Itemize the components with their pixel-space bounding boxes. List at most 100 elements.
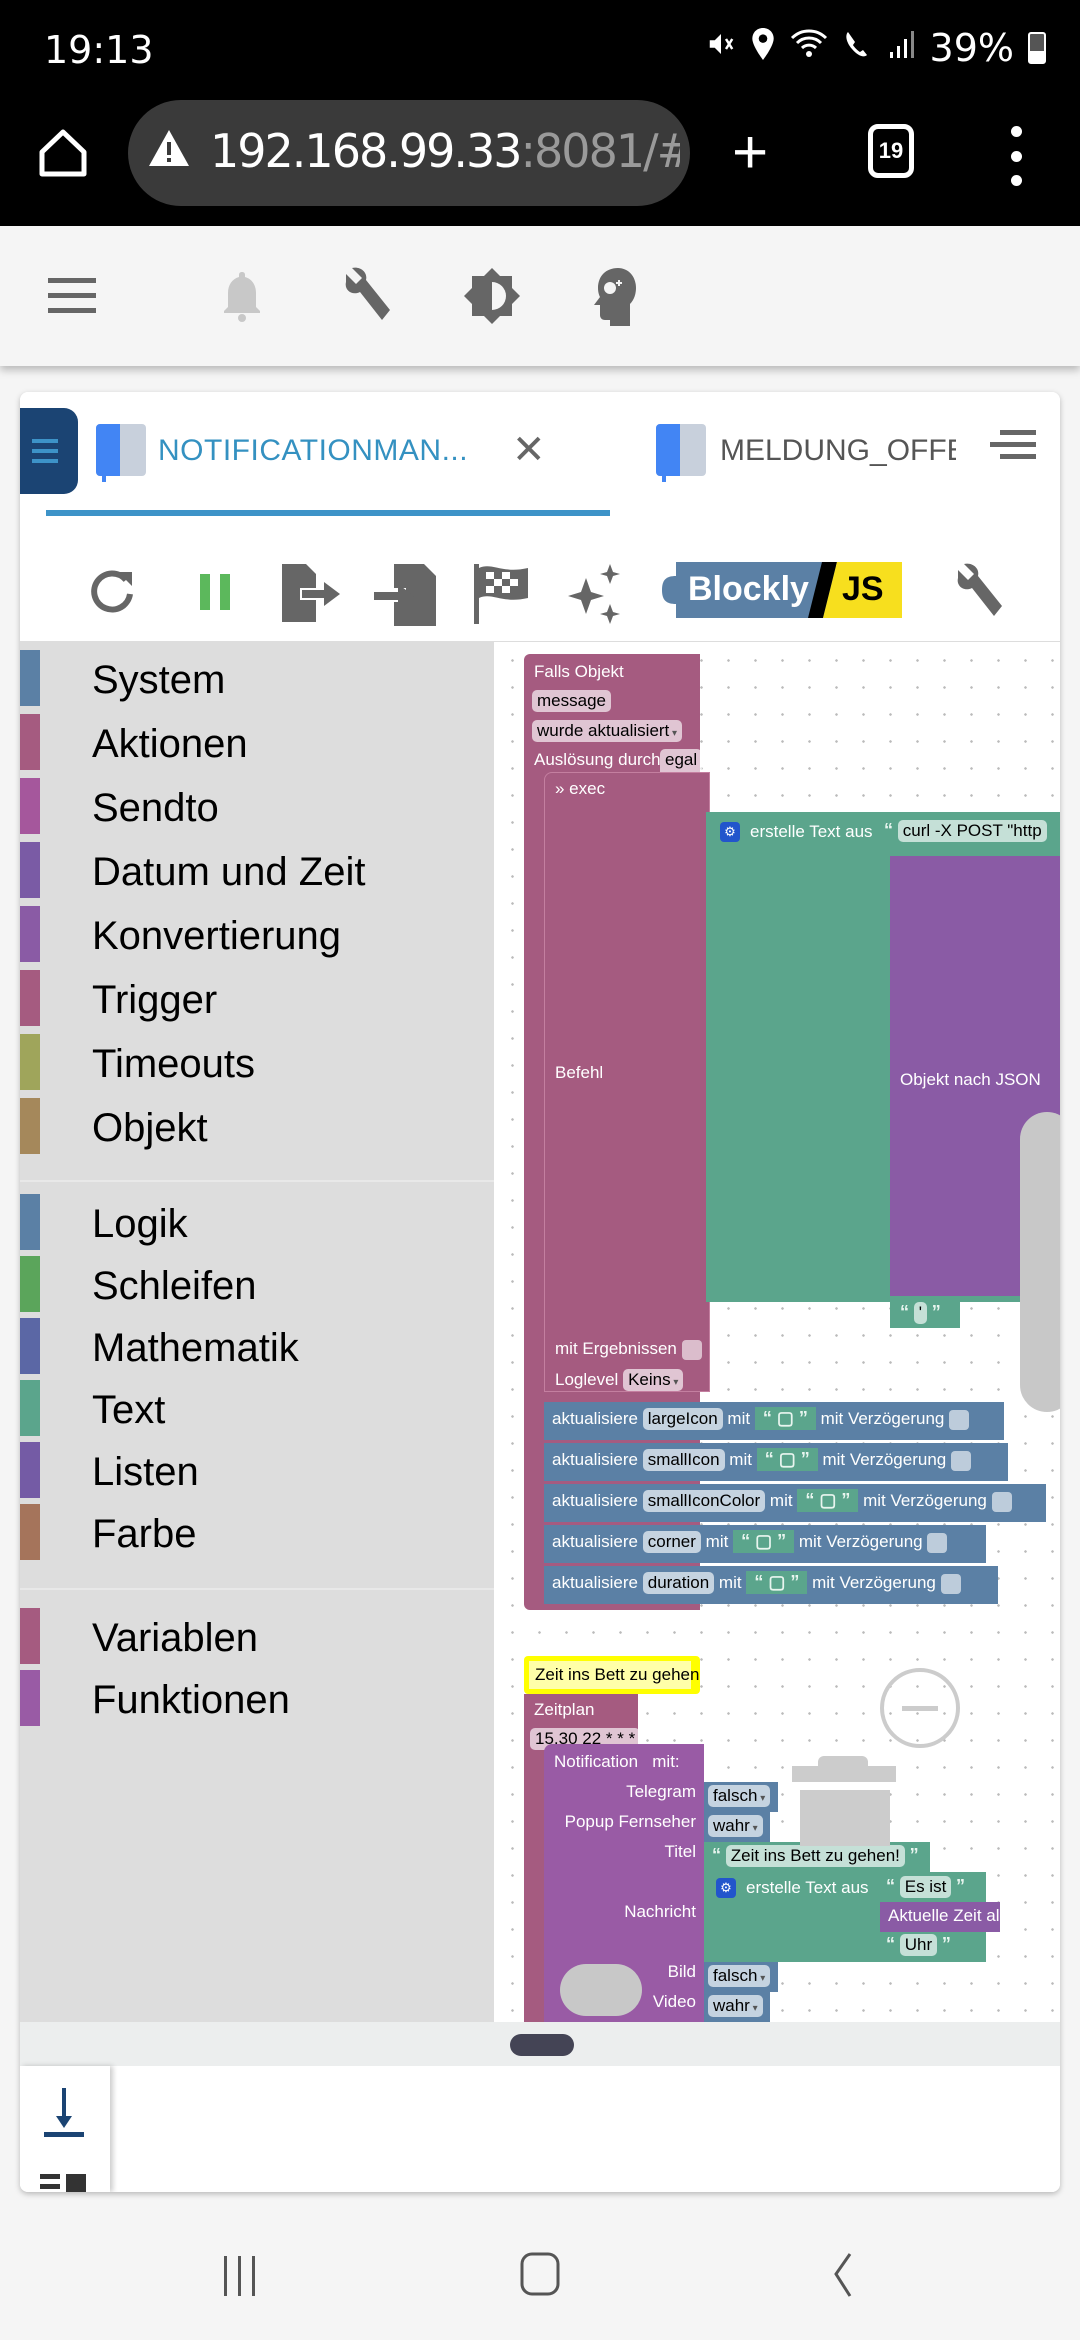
tab-switcher-button[interactable]: 19 [868, 124, 914, 178]
toolbox-category-farbe[interactable]: Farbe [20, 1504, 494, 1566]
blockly-script-icon [96, 424, 146, 482]
toolbox-category-sendto[interactable]: Sendto [20, 778, 494, 840]
zoom-out-button[interactable] [880, 1668, 960, 1748]
toolbox-category-konvertierung[interactable]: Konvertierung [20, 906, 494, 968]
refresh-icon [91, 570, 133, 613]
toolbox-category-trigger[interactable]: Trigger [20, 970, 494, 1032]
image-bool-block[interactable]: falsch [704, 1962, 778, 1992]
toolbox-category-datum-und-zeit[interactable]: Datum und Zeit [20, 842, 494, 904]
bell-icon[interactable] [212, 266, 272, 326]
checkered-flag-icon [474, 564, 528, 624]
tabs-menu-button[interactable] [986, 428, 1036, 464]
workspace-vertical-scrollbar[interactable] [1020, 1112, 1060, 1412]
toolbox-separator [20, 1588, 494, 1590]
curl-text-block[interactable]: “ curl -X POST "http [884, 820, 1047, 842]
battery-percent: 39% [929, 26, 1014, 70]
blockly-toolbox: System Aktionen Sendto Datum und Zeit Ko… [20, 642, 494, 2022]
home-icon [39, 129, 87, 177]
refresh-button[interactable] [82, 562, 142, 622]
comment-block[interactable]: Zeit ins Bett zu gehen [524, 1656, 700, 1694]
toolbox-category-logik[interactable]: Logik [20, 1194, 494, 1256]
trash-can-icon[interactable] [792, 1756, 902, 1846]
wrench-icon[interactable] [336, 266, 396, 326]
theme-icon[interactable] [462, 266, 522, 326]
update-block[interactable]: aktualisiere smallIcon mit “ ▢ ” mit Ver… [544, 1443, 1008, 1481]
gear-icon[interactable]: ⚙ [720, 822, 740, 842]
workspace-horizontal-scrollbar[interactable] [560, 1964, 642, 2016]
toolbox-category-schleifen[interactable]: Schleifen [20, 1256, 494, 1318]
log-list-button[interactable] [40, 2172, 88, 2192]
tab-label: MELDUNG_OFFE [720, 434, 956, 467]
toolbox-category-timeouts[interactable]: Timeouts [20, 1034, 494, 1096]
toolbox-category-text[interactable]: Text [20, 1380, 494, 1442]
popup-bool-block[interactable]: wahr [704, 1812, 770, 1842]
toolbox-category-system[interactable]: System [20, 650, 494, 712]
toolbox-category-listen[interactable]: Listen [20, 1442, 494, 1504]
toolbox-category-funktionen[interactable]: Funktionen [20, 1670, 494, 1732]
json-label: Objekt nach JSON [900, 1070, 1041, 1089]
battery-icon [1028, 32, 1046, 64]
scroll-down-button[interactable] [40, 2084, 88, 2140]
active-tab-indicator [46, 510, 610, 516]
object-id-field[interactable]: message [532, 690, 611, 712]
scroll-down-icon [44, 2088, 84, 2137]
debug-button[interactable] [470, 562, 530, 624]
command-label: Befehl [555, 1063, 604, 1082]
wifi-calling-icon [842, 28, 874, 68]
video-bool-block[interactable]: wahr [704, 1992, 770, 2022]
results-checkbox[interactable] [681, 1339, 702, 1360]
update-block[interactable]: aktualisiere corner mit “ ▢ ” mit Verzög… [544, 1525, 986, 1563]
back-button[interactable] [816, 2244, 876, 2304]
update-block[interactable]: aktualisiere duration mit “ ▢ ” mit Verz… [544, 1566, 998, 1604]
message-join-block[interactable]: ⚙ erstelle Text aus “ Es ist ” Aktuelle … [704, 1872, 1008, 1962]
toolbox-category-objekt[interactable]: Objekt [20, 1098, 494, 1160]
pause-icon [200, 574, 230, 610]
expert-mode-icon[interactable] [588, 266, 648, 326]
import-button[interactable] [372, 562, 436, 626]
app-header [0, 226, 1080, 366]
pause-button[interactable] [186, 562, 246, 622]
script-tabs: NOTIFICATIONMAN... ✕ MELDUNG_OFFE [20, 392, 1060, 542]
blockly-workspace[interactable]: Falls Objekt message wurde aktualisiert … [494, 642, 1060, 2022]
export-button[interactable] [278, 562, 340, 622]
trigger-by-label: Auslösung durch [534, 750, 661, 769]
recent-apps-icon [224, 2256, 255, 2296]
address-bar[interactable]: 192.168.99.33:8081/#t [128, 100, 690, 206]
loglevel-dropdown[interactable]: Keins [623, 1369, 684, 1391]
schedule-title: Zeitplan [534, 1700, 595, 1719]
recent-apps-button[interactable] [210, 2244, 270, 2304]
warning-icon[interactable] [146, 126, 192, 172]
loglevel-label: Loglevel Keins [555, 1369, 684, 1391]
tab-label: NOTIFICATIONMAN... [158, 434, 469, 467]
new-tab-button[interactable]: + [732, 122, 768, 184]
panel-resize-bar[interactable] [20, 2022, 1060, 2066]
browser-toolbar: 192.168.99.33:8081/#t + 19 [0, 100, 1080, 226]
toolbox-category-mathematik[interactable]: Mathematik [20, 1318, 494, 1380]
exec-block[interactable]: » exec Befehl mit Ergebnissen Loglevel K… [544, 772, 710, 1392]
title-text-block[interactable]: “ Zeit ins Bett zu gehen! ” [704, 1842, 930, 1872]
wrench-icon [957, 563, 1002, 616]
trigger-title: Falls Objekt [534, 662, 624, 681]
toolbox-category-variablen[interactable]: Variablen [20, 1608, 494, 1670]
toolbox-category-aktionen[interactable]: Aktionen [20, 714, 494, 776]
browser-menu-button[interactable] [1006, 126, 1026, 186]
update-block[interactable]: aktualisiere smallIconColor mit “ ▢ ” mi… [544, 1484, 1046, 1522]
toolbox-separator [20, 1180, 494, 1182]
minus-icon [902, 1706, 938, 1711]
quote-text-block[interactable]: “ ' ” [890, 1298, 960, 1328]
toggle-script-list-button[interactable] [20, 408, 78, 494]
browser-home-button[interactable] [34, 124, 92, 182]
magic-button[interactable] [564, 562, 624, 624]
telegram-bool-block[interactable]: falsch [704, 1782, 778, 1812]
home-button[interactable] [512, 2244, 572, 2304]
menu-icon[interactable] [44, 266, 104, 326]
resize-handle[interactable] [510, 2034, 574, 2056]
close-tab-button[interactable]: ✕ [512, 430, 546, 470]
settings-button[interactable] [948, 562, 1008, 622]
condition-dropdown[interactable]: wurde aktualisiert [532, 720, 683, 742]
gear-icon[interactable]: ⚙ [716, 1878, 736, 1898]
console-toolbar [20, 2066, 110, 2192]
blockly-js-toggle[interactable]: Blockly JS [662, 562, 902, 618]
update-block[interactable]: aktualisiere largeIcon mit “ ▢ ” mit Ver… [544, 1402, 1004, 1440]
current-time-block[interactable]: Aktuelle Zeit als [880, 1902, 1008, 1932]
